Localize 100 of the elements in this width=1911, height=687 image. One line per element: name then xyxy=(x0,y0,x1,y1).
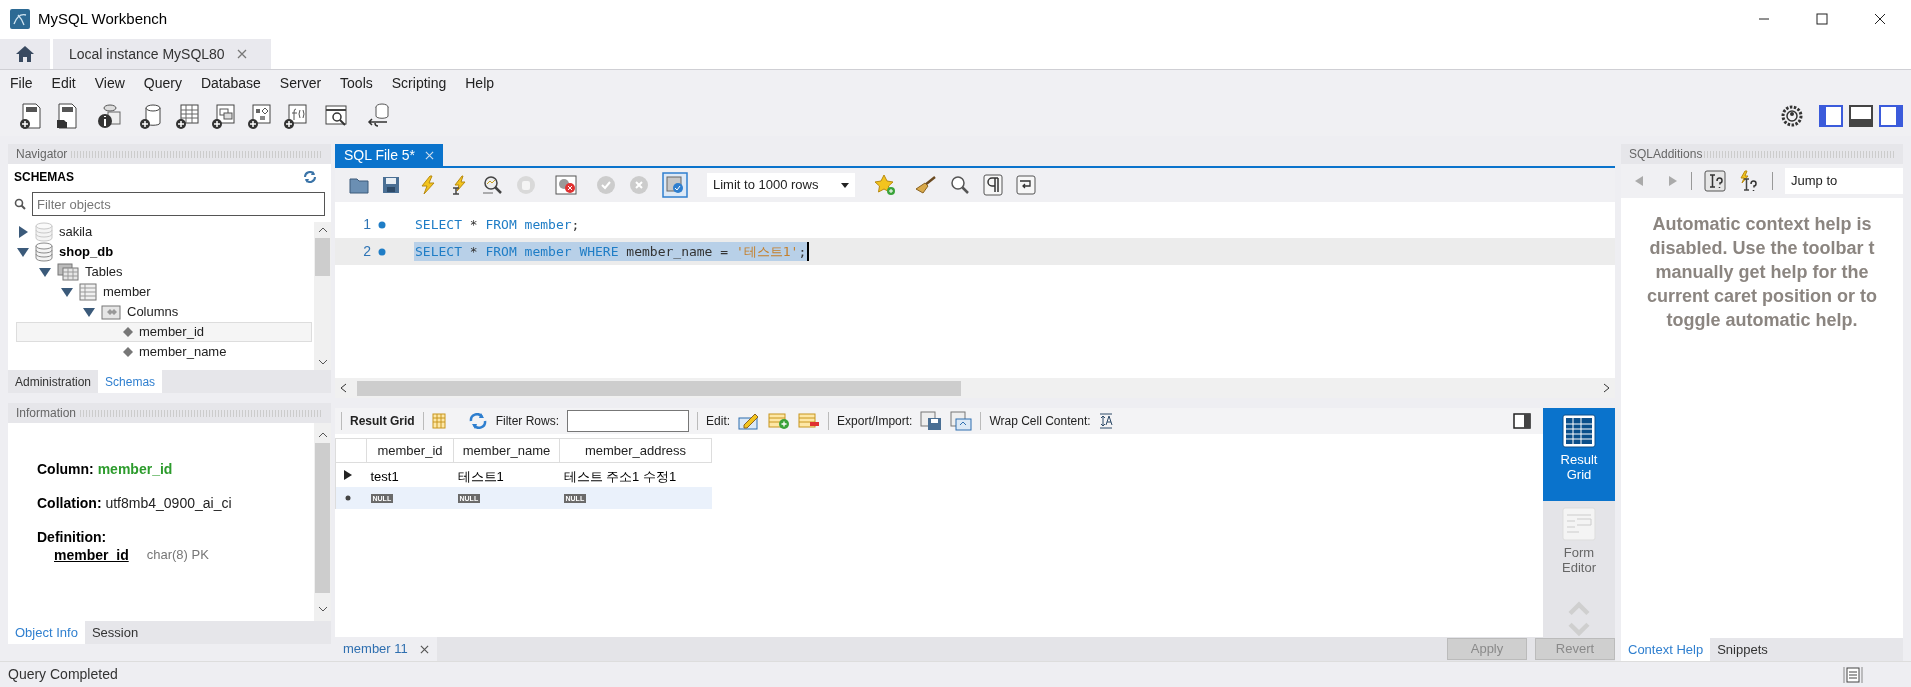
insert-row-icon[interactable] xyxy=(768,412,791,430)
expand-arrow-icon[interactable] xyxy=(17,226,29,238)
wrap-text-icon[interactable] xyxy=(1098,413,1113,429)
maximize-icon xyxy=(1816,13,1828,25)
limit-dropdown[interactable]: Limit to 1000 rows xyxy=(707,173,855,197)
table-icon xyxy=(79,283,97,301)
menu-item[interactable]: File xyxy=(10,72,33,94)
statement-dot-icon xyxy=(378,247,386,256)
scrollbar[interactable] xyxy=(314,423,331,621)
column-header[interactable]: member_name xyxy=(453,438,560,463)
wrap-label: Wrap Cell Content: xyxy=(989,413,1091,430)
new-table-icon[interactable] xyxy=(174,102,200,130)
menu-item[interactable]: Tools xyxy=(340,72,373,94)
column-header[interactable]: member_address xyxy=(559,438,712,463)
tree-item[interactable]: member_name xyxy=(16,342,312,362)
panel-tab[interactable]: Context Help xyxy=(1621,638,1711,661)
status-text: Query Completed xyxy=(8,665,118,684)
line-number: 2 xyxy=(362,242,371,261)
manual-help-icon[interactable] xyxy=(1704,170,1726,192)
secondary-sidebar-toggle-icon[interactable] xyxy=(1879,105,1903,127)
explain-icon[interactable] xyxy=(481,175,503,195)
panel-tab[interactable]: Schemas xyxy=(98,370,163,393)
panel-tab[interactable]: Object Info xyxy=(8,621,85,644)
filter-field[interactable]: Filter objects xyxy=(32,192,325,216)
settings-icon[interactable] xyxy=(1781,105,1803,127)
menu-item[interactable]: Scripting xyxy=(391,72,447,94)
stop-on-error-icon[interactable] xyxy=(555,175,577,195)
new-sql-file-icon[interactable] xyxy=(18,102,44,130)
wrap-lines-icon[interactable] xyxy=(1016,175,1036,195)
scroll-thumb[interactable] xyxy=(315,238,330,276)
paragraph-icon[interactable] xyxy=(983,174,1003,196)
new-view-icon[interactable] xyxy=(210,102,236,130)
scroll-thumb[interactable] xyxy=(315,443,330,593)
tree-item[interactable]: Columns xyxy=(16,302,312,322)
delete-row-icon[interactable] xyxy=(798,412,821,430)
edit-row-icon[interactable] xyxy=(738,412,761,430)
output-toggle-icon[interactable] xyxy=(1849,105,1873,127)
tree-item[interactable]: member_id xyxy=(16,322,312,342)
rollback-icon xyxy=(629,175,649,195)
table-cell: 테스트 주소1 수정1 xyxy=(559,462,712,487)
refresh-icon[interactable] xyxy=(467,413,488,429)
tree-item[interactable]: sakila xyxy=(16,222,312,242)
jump-to-dropdown[interactable]: Jump to xyxy=(1785,168,1903,194)
column-type: char(8) PK xyxy=(146,546,209,564)
tree-item[interactable]: member xyxy=(16,282,312,302)
folder-icon[interactable] xyxy=(349,176,369,194)
collapse-arrow-icon[interactable] xyxy=(61,286,73,298)
refresh-icon[interactable] xyxy=(303,171,317,183)
connection-tab[interactable]: Local instance MySQL80 xyxy=(53,39,271,69)
forward-icon xyxy=(1667,175,1679,187)
stop-icon xyxy=(516,175,536,195)
toolbar-title: Result Grid xyxy=(350,413,415,430)
result-tab[interactable]: member 11 xyxy=(335,637,437,661)
tree-item[interactable]: Tables xyxy=(16,262,312,282)
reconnect-icon[interactable] xyxy=(366,102,392,130)
table-cell: 테스트1 xyxy=(453,462,560,487)
tree-item[interactable]: shop_db xyxy=(16,242,312,262)
menu-item[interactable]: Server xyxy=(279,72,322,94)
execute-icon[interactable] xyxy=(419,175,437,195)
collapse-arrow-icon[interactable] xyxy=(17,246,29,258)
auto-help-icon[interactable] xyxy=(1738,170,1760,192)
close-icon[interactable] xyxy=(419,644,429,654)
columns-folder-icon xyxy=(101,304,121,320)
output-icon[interactable] xyxy=(1843,665,1863,684)
home-tab[interactable] xyxy=(0,39,50,69)
menu-item[interactable]: View xyxy=(94,72,125,94)
collapse-arrow-icon[interactable] xyxy=(39,266,51,278)
panel-title: Navigator xyxy=(16,146,68,163)
menu-item[interactable]: Edit xyxy=(51,72,76,94)
close-icon[interactable] xyxy=(236,49,247,59)
filter-rows-field[interactable] xyxy=(567,410,690,432)
scroll-thumb[interactable] xyxy=(357,380,961,396)
search-icon[interactable] xyxy=(950,175,970,195)
info-icon[interactable] xyxy=(96,102,122,130)
new-function-icon[interactable] xyxy=(282,102,308,130)
new-schema-icon[interactable] xyxy=(138,102,164,130)
search-icon xyxy=(14,198,26,210)
open-sql-file-icon[interactable] xyxy=(54,102,80,130)
execute-statement-icon[interactable] xyxy=(450,175,468,195)
panel-toggle-icon[interactable] xyxy=(1513,413,1531,429)
scrollbar[interactable] xyxy=(314,222,331,370)
tables-icon xyxy=(57,263,79,281)
menu-item[interactable]: Query xyxy=(143,72,182,94)
editor-tab[interactable]: SQL File 5* xyxy=(335,144,444,166)
column-header[interactable]: member_id xyxy=(366,438,454,463)
save-icon[interactable] xyxy=(382,176,400,194)
broom-icon[interactable] xyxy=(915,175,937,195)
export-icon[interactable] xyxy=(920,411,943,431)
menu-item[interactable]: Help xyxy=(465,72,495,94)
auto-commit-icon[interactable] xyxy=(662,172,688,198)
menu-item[interactable]: Database xyxy=(200,72,261,94)
sidebar-toggle-icon[interactable] xyxy=(1819,105,1843,127)
collapse-arrow-icon[interactable] xyxy=(83,306,95,318)
star-icon[interactable] xyxy=(874,174,896,196)
view-tab[interactable]: Result Grid xyxy=(1543,408,1615,501)
form-icon xyxy=(1562,506,1596,541)
panel-title: Information xyxy=(16,405,77,422)
import-icon[interactable] xyxy=(950,411,973,431)
new-procedure-icon[interactable] xyxy=(246,102,272,130)
caret-icon xyxy=(841,182,849,188)
